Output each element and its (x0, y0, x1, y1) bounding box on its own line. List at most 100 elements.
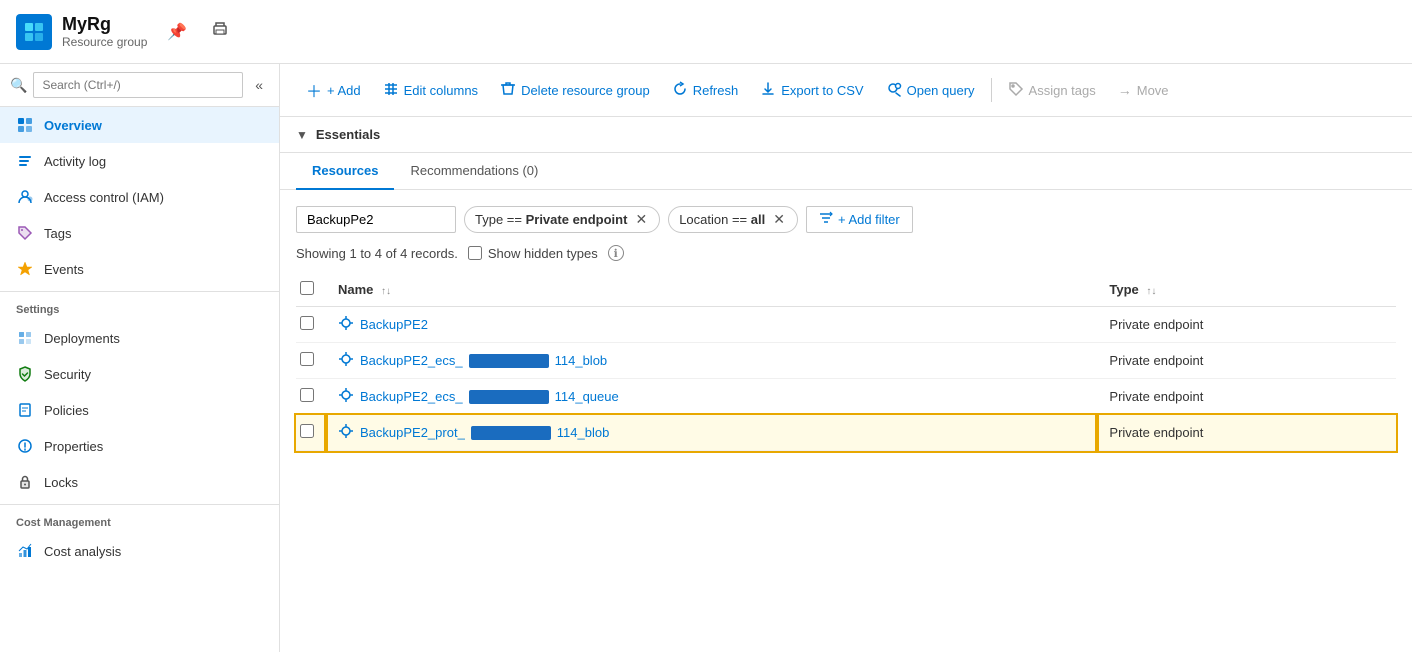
title-text: MyRg Resource group (62, 14, 147, 49)
essentials-toggle-icon: ▼ (296, 128, 308, 142)
events-icon (16, 260, 34, 278)
resource-link[interactable]: BackupPE2 (338, 315, 1085, 334)
type-cell: Private endpoint (1097, 307, 1396, 343)
table-row: BackupPE2_ecs_114_queue Private endpoint (296, 379, 1396, 415)
tab-resources[interactable]: Resources (296, 153, 394, 190)
activity-log-icon (16, 152, 34, 170)
show-hidden-info-icon[interactable]: ℹ (608, 245, 624, 261)
sidebar-item-properties[interactable]: Properties (0, 428, 279, 464)
sidebar-item-label: Overview (44, 118, 102, 133)
refresh-button[interactable]: Refresh (662, 75, 749, 106)
open-query-button[interactable]: Open query (876, 75, 985, 106)
resources-content: Type == Private endpoint ✕ Location == a… (280, 190, 1412, 652)
select-all-header (296, 273, 326, 307)
tabs-bar: Resources Recommendations (0) (280, 153, 1412, 190)
essentials-label: Essentials (316, 127, 380, 142)
sidebar-item-cost-analysis[interactable]: Cost analysis (0, 533, 279, 569)
search-bar: 🔍 « (0, 64, 279, 107)
move-button[interactable]: → Move (1108, 76, 1179, 104)
sidebar-item-activity-log[interactable]: Activity log (0, 143, 279, 179)
add-icon: ＋ (306, 78, 322, 102)
filter-search-input[interactable] (296, 206, 456, 233)
sidebar-item-access-control[interactable]: Access control (IAM) (0, 179, 279, 215)
location-filter-close-button[interactable]: ✕ (771, 211, 787, 228)
show-hidden-checkbox[interactable] (468, 246, 482, 260)
sidebar-item-security[interactable]: Security (0, 356, 279, 392)
endpoint-icon (338, 387, 354, 406)
select-all-checkbox[interactable] (300, 281, 314, 295)
sidebar-item-label: Tags (44, 226, 71, 241)
row-checkbox[interactable] (300, 316, 314, 330)
title-bar: MyRg Resource group 📌 (0, 0, 1412, 64)
table-row: BackupPE2_ecs_114_blob Private endpoint (296, 343, 1396, 379)
sidebar-item-locks[interactable]: Locks (0, 464, 279, 500)
assign-tags-button[interactable]: Assign tags (998, 75, 1106, 106)
type-cell: Private endpoint (1097, 379, 1396, 415)
pin-button[interactable]: 📌 (163, 16, 191, 47)
tab-recommendations[interactable]: Recommendations (0) (394, 153, 554, 190)
name-column-header[interactable]: Name ↑↓ (326, 273, 1097, 307)
resource-subtitle: Resource group (62, 35, 147, 49)
delete-button[interactable]: Delete resource group (490, 75, 660, 106)
collapse-sidebar-button[interactable]: « (249, 75, 269, 95)
export-icon (760, 81, 776, 100)
resource-link[interactable]: BackupPE2_prot_114_blob (338, 423, 1085, 442)
assign-tags-icon (1008, 81, 1024, 100)
access-control-icon (16, 188, 34, 206)
search-icon: 🔍 (10, 77, 27, 94)
resource-title: MyRg (62, 14, 147, 35)
type-cell: Private endpoint (1097, 415, 1396, 451)
properties-icon (16, 437, 34, 455)
records-count-text: Showing 1 to 4 of 4 records. (296, 246, 458, 261)
endpoint-icon (338, 351, 354, 370)
overview-icon (16, 116, 34, 134)
type-filter-close-button[interactable]: ✕ (633, 211, 649, 228)
edit-columns-button[interactable]: Edit columns (373, 75, 488, 106)
row-checkbox[interactable] (300, 352, 314, 366)
edit-columns-icon (383, 81, 399, 100)
row-checkbox[interactable] (300, 424, 314, 438)
sidebar-item-events[interactable]: Events (0, 251, 279, 287)
redacted-bar (469, 390, 549, 404)
sidebar-item-policies[interactable]: Policies (0, 392, 279, 428)
main-layout: 🔍 « Overview (0, 64, 1412, 652)
policies-icon (16, 401, 34, 419)
type-filter-tag: Type == Private endpoint ✕ (464, 206, 660, 233)
redacted-bar (471, 426, 551, 440)
table-row: BackupPE2_prot_114_blob Private endpoint (296, 415, 1396, 451)
open-query-icon (886, 81, 902, 100)
locks-icon (16, 473, 34, 491)
resource-link[interactable]: BackupPE2_ecs_114_queue (338, 387, 1085, 406)
endpoint-icon (338, 315, 354, 334)
add-button[interactable]: ＋ + Add (296, 72, 371, 108)
sidebar-item-deployments[interactable]: Deployments (0, 320, 279, 356)
cost-section-label: Cost Management (0, 504, 279, 533)
sidebar-item-label: Activity log (44, 154, 106, 169)
sidebar-item-label: Policies (44, 403, 89, 418)
sidebar-item-tags[interactable]: Tags (0, 215, 279, 251)
sidebar: 🔍 « Overview (0, 64, 280, 652)
name-sort-icon[interactable]: ↑↓ (381, 286, 391, 297)
type-column-header[interactable]: Type ↑↓ (1097, 273, 1396, 307)
add-filter-label: + Add filter (838, 212, 900, 227)
redacted-bar (469, 354, 549, 368)
essentials-section[interactable]: ▼ Essentials (280, 117, 1412, 153)
sidebar-item-label: Access control (IAM) (44, 190, 164, 205)
sidebar-item-label: Security (44, 367, 91, 382)
location-filter-tag: Location == all ✕ (668, 206, 798, 233)
show-hidden-label[interactable]: Show hidden types (468, 246, 598, 261)
sidebar-navigation: Overview Activity log (0, 107, 279, 652)
content-area: ＋ + Add Edit columns Delete (280, 64, 1412, 652)
resource-link[interactable]: BackupPE2_ecs_114_blob (338, 351, 1085, 370)
settings-section-label: Settings (0, 291, 279, 320)
print-button[interactable] (207, 16, 233, 47)
add-filter-button[interactable]: + Add filter (806, 206, 913, 233)
type-sort-icon[interactable]: ↑↓ (1146, 286, 1156, 297)
sidebar-item-overview[interactable]: Overview (0, 107, 279, 143)
row-checkbox[interactable] (300, 388, 314, 402)
sidebar-item-label: Events (44, 262, 84, 277)
search-input[interactable] (33, 72, 243, 98)
table-row: BackupPE2 Private endpoint (296, 307, 1396, 343)
export-csv-button[interactable]: Export to CSV (750, 75, 873, 106)
sidebar-item-label: Deployments (44, 331, 120, 346)
